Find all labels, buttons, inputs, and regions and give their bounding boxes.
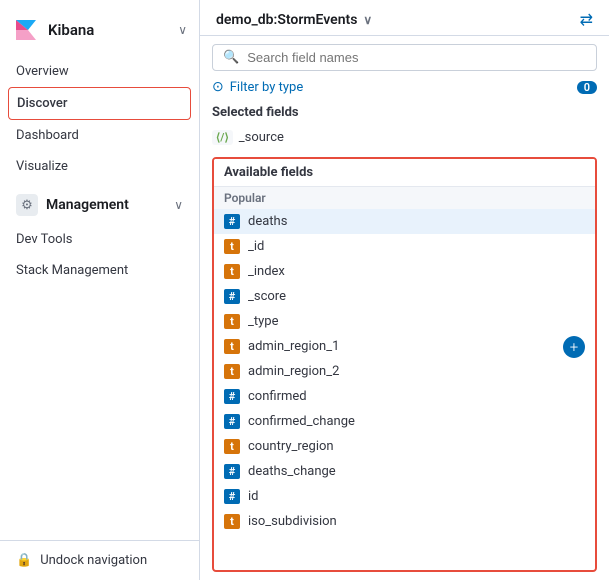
field-name: confirmed bbox=[248, 389, 307, 404]
field-type-badge: # bbox=[224, 464, 240, 479]
field-item[interactable]: t _id bbox=[214, 234, 595, 259]
sidebar-item-discover[interactable]: Discover bbox=[8, 87, 191, 120]
gear-icon: ⚙ bbox=[16, 194, 38, 216]
filter-by-type-button[interactable]: ⊙ Filter by type bbox=[212, 79, 303, 95]
search-box: 🔍 bbox=[212, 44, 597, 71]
source-type-icon: ⟨/⟩ bbox=[212, 130, 233, 145]
filter-count-badge: 0 bbox=[577, 81, 597, 94]
field-type-badge: # bbox=[224, 489, 240, 504]
field-item[interactable]: t _index bbox=[214, 259, 595, 284]
field-name: admin_region_2 bbox=[248, 364, 339, 379]
search-input[interactable] bbox=[247, 50, 586, 65]
popular-label: Popular bbox=[214, 187, 595, 209]
refresh-icon[interactable]: ⇄ bbox=[580, 10, 593, 29]
field-name: deaths bbox=[248, 214, 287, 229]
filter-row: ⊙ Filter by type 0 bbox=[212, 79, 597, 95]
management-chevron-icon[interactable]: ∨ bbox=[174, 198, 183, 212]
field-name: deaths_change bbox=[248, 464, 336, 479]
source-field-name: _source bbox=[239, 130, 284, 145]
field-name: country_region bbox=[248, 439, 334, 454]
available-fields-box: Available fields Popular #deathst_idt_in… bbox=[212, 157, 597, 572]
selected-fields-title: Selected fields bbox=[212, 105, 597, 120]
field-items-container: #deathst_idt_index#_scoret_typetadmin_re… bbox=[214, 209, 595, 534]
field-type-badge: t bbox=[224, 439, 240, 454]
lock-icon: 🔒 bbox=[16, 553, 32, 568]
field-item[interactable]: t admin_region_2 bbox=[214, 359, 595, 384]
app-title: Kibana bbox=[48, 21, 94, 39]
field-type-badge: t bbox=[224, 314, 240, 329]
db-name: demo_db:StormEvents bbox=[216, 12, 357, 28]
field-item[interactable]: t country_region bbox=[214, 434, 595, 459]
filter-label: Filter by type bbox=[230, 80, 304, 95]
sidebar: Kibana ∨ Overview Discover Dashboard Vis… bbox=[0, 0, 200, 580]
field-type-badge: # bbox=[224, 414, 240, 429]
sidebar-item-stackmanagement[interactable]: Stack Management bbox=[0, 255, 199, 286]
search-icon: 🔍 bbox=[223, 50, 239, 65]
field-type-badge: t bbox=[224, 514, 240, 529]
field-name: _type bbox=[248, 314, 278, 329]
sidebar-item-devtools[interactable]: Dev Tools bbox=[0, 224, 199, 255]
available-fields-list: Popular #deathst_idt_index#_scoret_typet… bbox=[214, 187, 595, 570]
field-type-badge: t bbox=[224, 239, 240, 254]
field-type-badge: # bbox=[224, 214, 240, 229]
sidebar-nav: Overview Discover Dashboard Visualize ⚙ … bbox=[0, 56, 199, 286]
field-type-badge: t bbox=[224, 264, 240, 279]
undock-navigation-button[interactable]: 🔒 Undock navigation bbox=[0, 540, 199, 580]
field-item[interactable]: # confirmed_change bbox=[214, 409, 595, 434]
field-type-badge: t bbox=[224, 339, 240, 354]
field-item[interactable]: t admin_region_1 + bbox=[214, 334, 595, 359]
kibana-logo-icon bbox=[12, 16, 40, 44]
field-name: _score bbox=[248, 289, 286, 304]
available-fields-title: Available fields bbox=[214, 159, 595, 187]
management-section-header: ⚙ Management ∨ bbox=[0, 182, 199, 224]
sidebar-item-visualize[interactable]: Visualize bbox=[0, 151, 199, 182]
logo-area: Kibana bbox=[12, 16, 94, 44]
db-chevron-icon: ∨ bbox=[363, 13, 372, 27]
management-label: Management bbox=[46, 197, 129, 213]
field-item[interactable]: t _type bbox=[214, 309, 595, 334]
field-name: id bbox=[248, 489, 259, 504]
field-item[interactable]: t iso_subdivision bbox=[214, 509, 595, 534]
field-item[interactable]: # deaths_change bbox=[214, 459, 595, 484]
field-name: iso_subdivision bbox=[248, 514, 337, 529]
field-type-badge: # bbox=[224, 289, 240, 304]
sidebar-logo: Kibana ∨ bbox=[0, 8, 199, 56]
field-name: _id bbox=[248, 239, 264, 254]
sidebar-item-overview[interactable]: Overview bbox=[0, 56, 199, 87]
field-item[interactable]: # id bbox=[214, 484, 595, 509]
selected-field-source: ⟨/⟩ _source bbox=[212, 126, 597, 149]
field-type-badge: # bbox=[224, 389, 240, 404]
filter-icon: ⊙ bbox=[212, 79, 224, 95]
undock-label: Undock navigation bbox=[40, 553, 147, 568]
db-selector[interactable]: demo_db:StormEvents ∨ bbox=[216, 12, 372, 28]
main-header: demo_db:StormEvents ∨ ⇄ bbox=[200, 0, 609, 36]
field-name: admin_region_1 bbox=[248, 339, 339, 354]
field-item[interactable]: # deaths bbox=[214, 209, 595, 234]
field-name: _index bbox=[248, 264, 285, 279]
field-name: confirmed_change bbox=[248, 414, 355, 429]
sidebar-collapse-icon[interactable]: ∨ bbox=[178, 23, 187, 37]
main-content: demo_db:StormEvents ∨ ⇄ 🔍 ⊙ Filter by ty… bbox=[200, 0, 609, 580]
sidebar-item-dashboard[interactable]: Dashboard bbox=[0, 120, 199, 151]
field-type-badge: t bbox=[224, 364, 240, 379]
field-item[interactable]: # confirmed bbox=[214, 384, 595, 409]
add-field-button[interactable]: + bbox=[563, 336, 585, 358]
field-item[interactable]: # _score bbox=[214, 284, 595, 309]
fields-panel: 🔍 ⊙ Filter by type 0 Selected fields ⟨/⟩… bbox=[200, 36, 609, 580]
